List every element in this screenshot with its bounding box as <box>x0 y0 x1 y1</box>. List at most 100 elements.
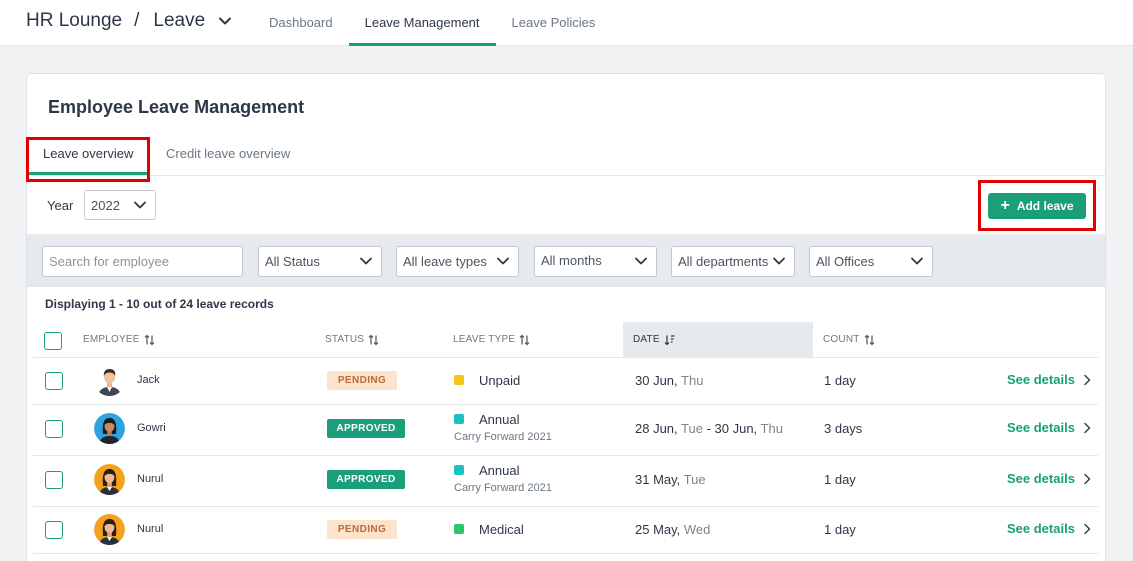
leave-type: Annual <box>479 412 520 427</box>
column-header-count-label: COUNT <box>823 334 860 345</box>
column-header-status[interactable]: STATUS <box>325 322 435 357</box>
employee-name[interactable]: Nurul <box>137 473 163 485</box>
row-checkbox[interactable] <box>45 521 63 539</box>
leave-subtype: Carry Forward 2021 <box>454 431 552 443</box>
chevron-right-icon <box>1084 422 1091 433</box>
chevron-down-icon <box>911 257 923 265</box>
leave-day-start: Thu <box>677 373 704 388</box>
leave-date: 28 Jun, Tue - 30 Jun, Thu <box>635 421 783 436</box>
chevron-down-icon <box>360 257 372 265</box>
chevron-down-icon <box>497 257 509 265</box>
offices-filter-value: All Offices <box>816 254 875 269</box>
avatar <box>94 514 125 545</box>
search-input[interactable] <box>42 246 243 277</box>
year-select[interactable]: 2022 <box>84 190 156 220</box>
male-avatar-icon <box>94 365 125 396</box>
column-header-leave-type[interactable]: LEAVE TYPE <box>453 322 603 357</box>
leave-date-end: 30 Jun, <box>714 421 758 436</box>
months-filter-value: All months <box>541 253 602 268</box>
leave-date-start: 31 May, <box>635 472 681 487</box>
row-checkbox[interactable] <box>45 420 63 438</box>
table-row[interactable]: Gowri APPROVED Annual Carry Forward 2021… <box>27 404 1105 455</box>
leave-type: Annual <box>479 463 520 478</box>
avatar <box>94 464 125 495</box>
leave-type-filter-value: All leave types <box>403 254 487 269</box>
module-name[interactable]: Leave <box>153 10 205 32</box>
leave-type-filter[interactable]: All leave types <box>396 246 519 277</box>
tab-dashboard[interactable]: Dashboard <box>253 0 349 46</box>
employee-name[interactable]: Nurul <box>137 523 163 535</box>
leave-count: 3 days <box>824 421 863 436</box>
status-badge: APPROVED <box>327 470 405 489</box>
leave-date-start: 30 Jun, <box>635 373 678 388</box>
leave-date-start: 25 May, <box>635 522 681 537</box>
sort-icon <box>368 334 379 345</box>
leave-date-start: 28 Jun, <box>635 421 678 436</box>
leave-day-end: Thu <box>757 421 783 436</box>
column-header-date-label: DATE <box>633 334 660 345</box>
chevron-down-icon <box>635 257 647 265</box>
page-title: Employee Leave Management <box>48 97 305 117</box>
sub-tabs: Leave overview Credit leave overview <box>27 134 1105 176</box>
leave-day-start: Tue <box>677 421 703 436</box>
row-checkbox[interactable] <box>45 372 63 390</box>
leave-date-separator: - <box>702 421 715 436</box>
see-details-label: See details <box>1007 521 1075 536</box>
tab-leave-management[interactable]: Leave Management <box>348 0 496 46</box>
highlight-box-leave-overview <box>26 137 150 182</box>
leave-type-color-dot <box>454 465 464 475</box>
select-all-checkbox[interactable] <box>44 332 62 350</box>
top-bar: HR Lounge / Leave Dashboard Leave Manage… <box>0 0 1133 46</box>
leave-type: Unpaid <box>479 373 521 388</box>
female-avatar-icon <box>94 464 125 495</box>
see-details-label: See details <box>1007 471 1075 486</box>
employee-name[interactable]: Gowri <box>137 422 166 434</box>
app-name[interactable]: HR Lounge <box>26 10 122 32</box>
leave-count: 1 day <box>824 522 856 537</box>
departments-filter-value: All departments <box>678 254 769 269</box>
chevron-down-icon[interactable] <box>217 13 233 29</box>
column-header-count[interactable]: COUNT <box>823 322 923 357</box>
leave-type-color-dot <box>454 524 464 534</box>
breadcrumb-separator: / <box>134 10 140 31</box>
avatar <box>94 365 125 396</box>
row-checkbox[interactable] <box>45 471 63 489</box>
months-filter[interactable]: All months <box>534 246 657 277</box>
year-label: Year <box>47 198 74 213</box>
chevron-right-icon <box>1084 523 1091 534</box>
subtab-credit-leave-overview[interactable]: Credit leave overview <box>166 146 290 161</box>
leave-type-color-dot <box>454 414 464 424</box>
see-details-link[interactable]: See details <box>1007 521 1091 536</box>
departments-filter[interactable]: All departments <box>671 246 795 277</box>
breadcrumb: HR Lounge / Leave <box>26 10 233 32</box>
status-badge: APPROVED <box>327 419 405 438</box>
leave-subtype: Carry Forward 2021 <box>454 482 552 494</box>
employee-name[interactable]: Jack <box>137 374 160 386</box>
sort-descending-icon <box>664 334 675 345</box>
main-nav-tabs: Dashboard Leave Management Leave Policie… <box>253 0 611 46</box>
see-details-link[interactable]: See details <box>1007 420 1091 435</box>
column-header-leave-type-label: LEAVE TYPE <box>453 334 516 345</box>
table-row[interactable]: Nurul PENDING Medical 25 May, Wed 1 day … <box>27 506 1105 553</box>
see-details-link[interactable]: See details <box>1007 471 1091 486</box>
leave-type-color-dot <box>454 375 464 385</box>
column-header-date[interactable]: DATE <box>623 322 813 357</box>
leave-count: 1 day <box>824 373 856 388</box>
table-row[interactable]: Jack PENDING Unpaid 30 Jun, Thu 1 day Se… <box>27 357 1105 404</box>
table-row[interactable]: Nurul APPROVED Annual Carry Forward 2021… <box>27 455 1105 506</box>
year-select-value: 2022 <box>91 197 120 213</box>
leave-date: 30 Jun, Thu <box>635 373 703 388</box>
row-divider <box>33 553 1098 554</box>
status-filter[interactable]: All Status <box>258 246 382 277</box>
offices-filter[interactable]: All Offices <box>809 246 933 277</box>
avatar <box>94 413 125 444</box>
column-header-employee[interactable]: EMPLOYEE <box>83 322 283 357</box>
leave-day-start: Tue <box>680 472 706 487</box>
chevron-right-icon <box>1084 473 1091 484</box>
see-details-link[interactable]: See details <box>1007 372 1091 387</box>
sort-icon <box>519 334 530 345</box>
status-filter-value: All Status <box>265 254 320 269</box>
leave-count: 1 day <box>824 472 856 487</box>
see-details-label: See details <box>1007 420 1075 435</box>
tab-leave-policies[interactable]: Leave Policies <box>496 0 612 46</box>
